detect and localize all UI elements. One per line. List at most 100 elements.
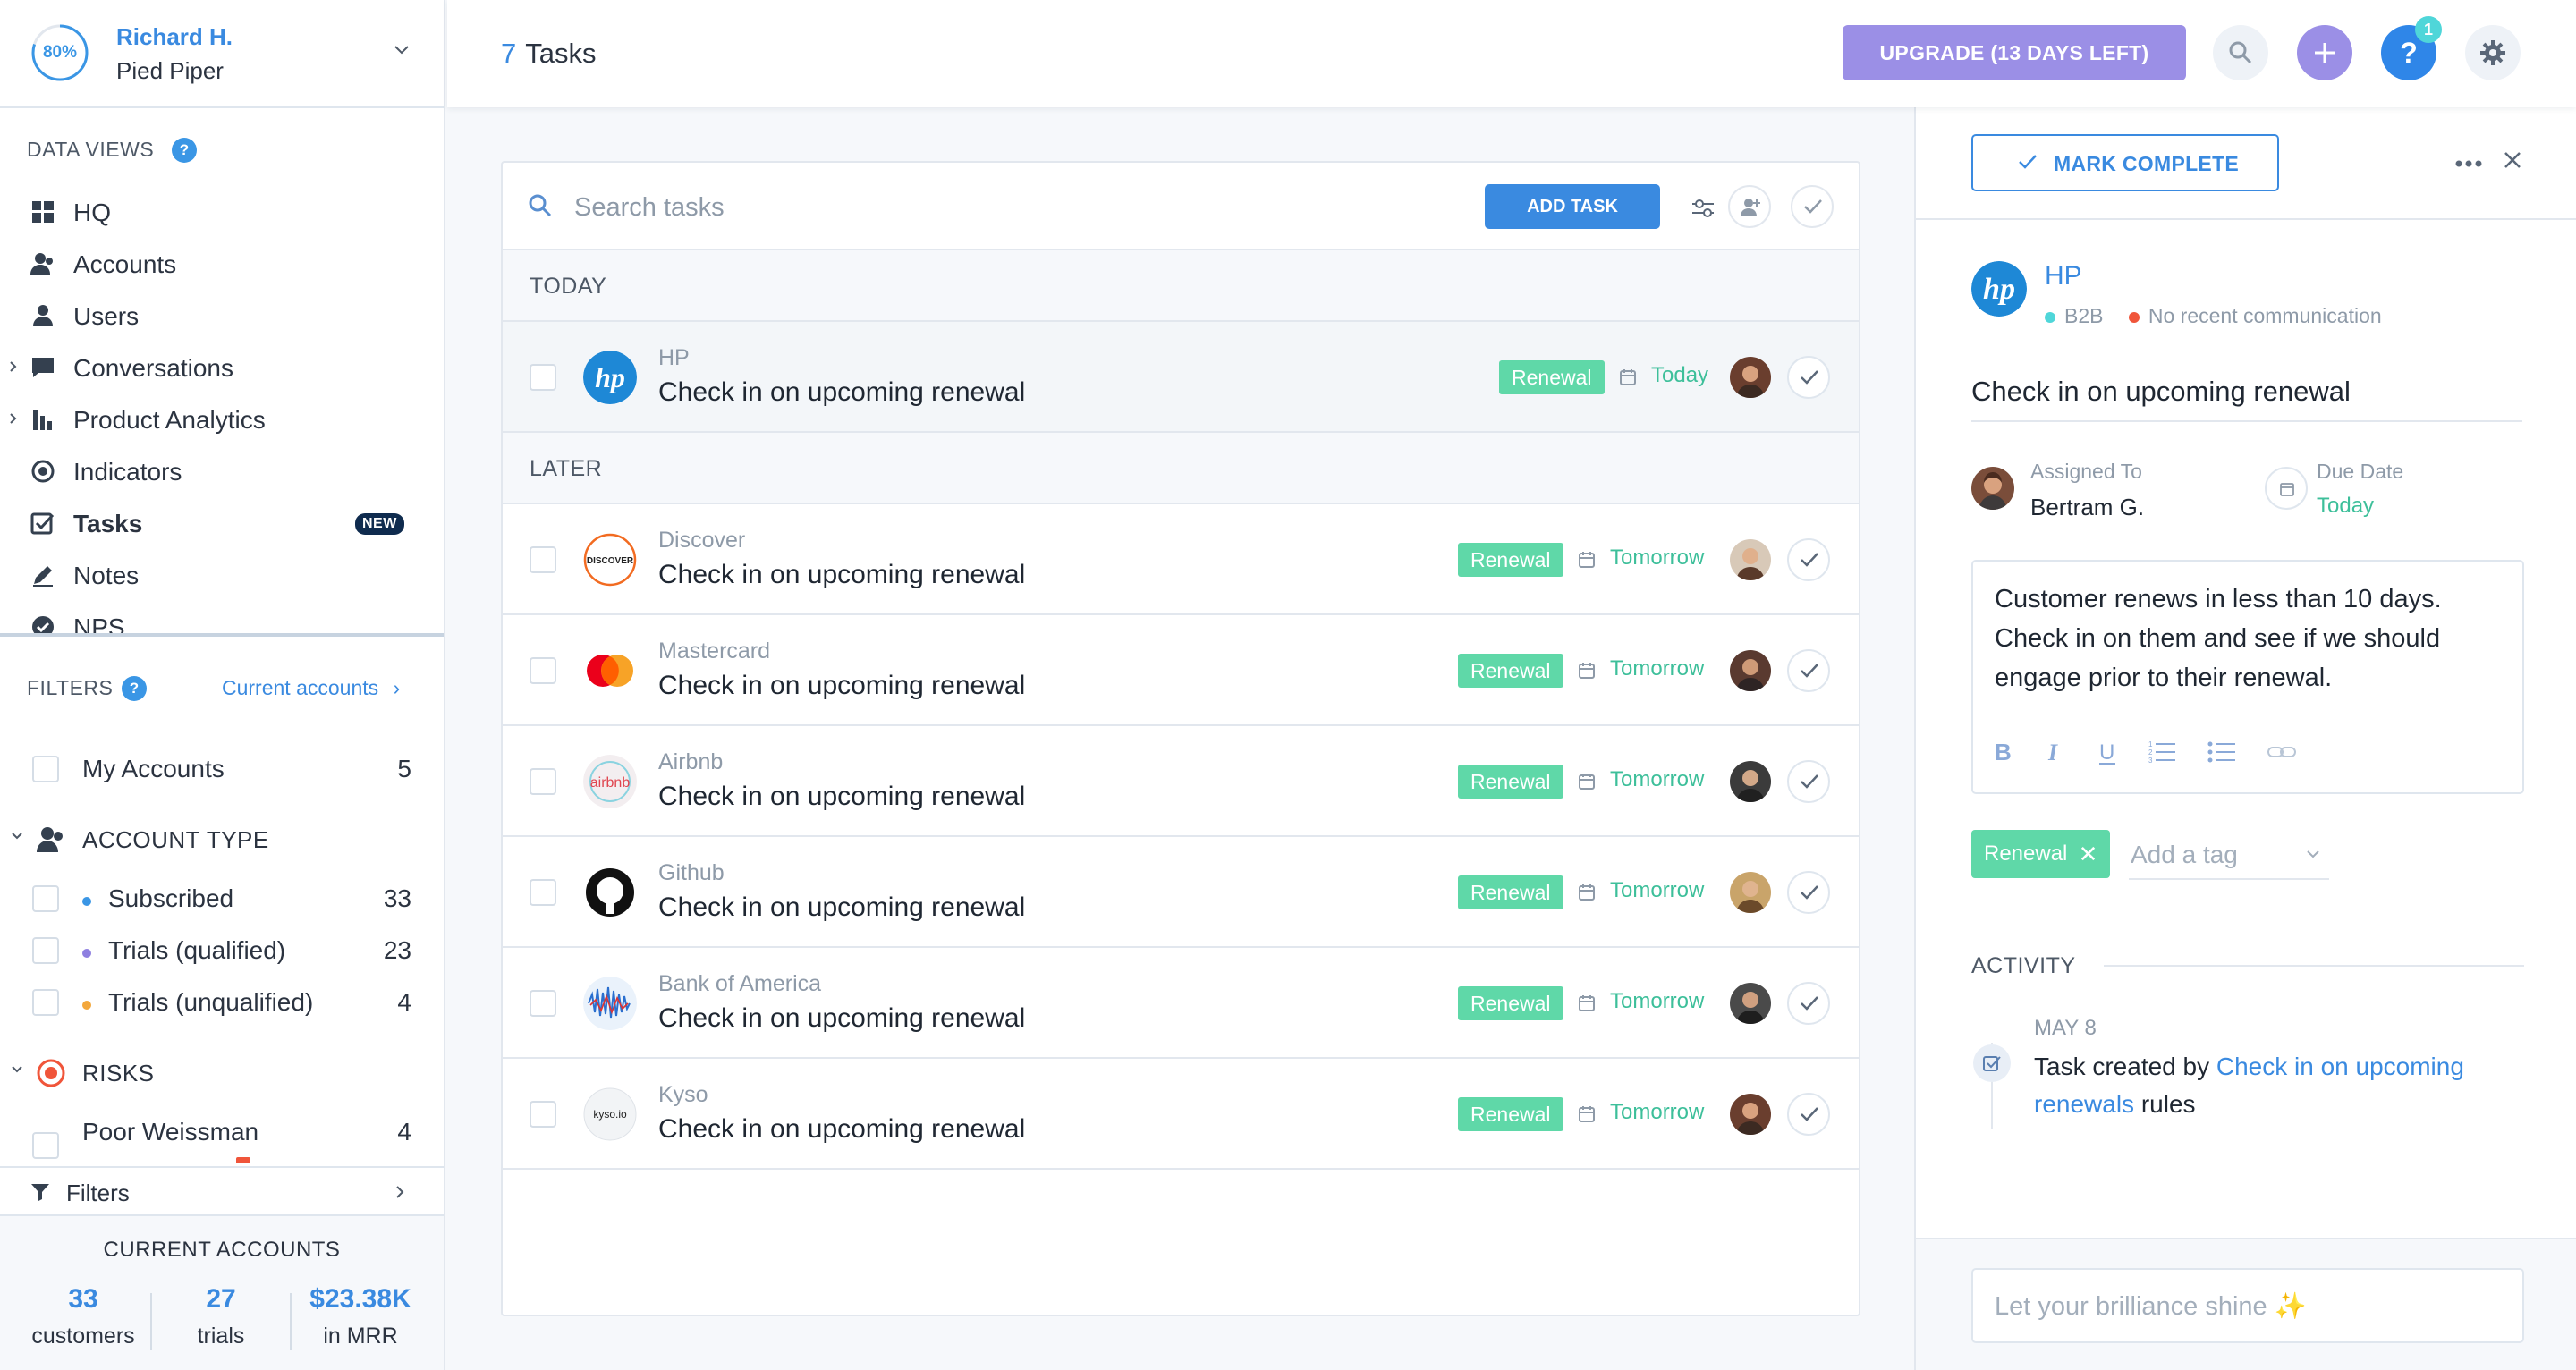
task-checkbox[interactable] — [530, 364, 556, 391]
more-icon[interactable] — [2454, 159, 2483, 168]
task-company[interactable]: Discover — [658, 528, 745, 554]
nav-item-product-analytics[interactable]: Product Analytics — [0, 393, 444, 445]
bullet-list-icon[interactable] — [2207, 740, 2236, 764]
task-company[interactable]: HP — [658, 345, 690, 371]
nav-item-indicators[interactable]: Indicators — [0, 445, 444, 497]
chevron-right-icon[interactable] — [9, 360, 18, 373]
task-company[interactable]: Github — [658, 860, 724, 886]
task-company[interactable]: Kyso — [658, 1082, 708, 1108]
data-views-help-icon[interactable]: ? — [172, 138, 197, 163]
chevron-right-icon[interactable] — [9, 412, 18, 425]
task-title[interactable]: Check in on upcoming renewal — [658, 892, 1025, 923]
chevron-down-icon[interactable] — [11, 1065, 23, 1074]
italic-icon[interactable]: I — [2045, 740, 2064, 764]
stat-mrr[interactable]: $23.38K in MRR — [293, 1284, 428, 1349]
assignee-avatar[interactable] — [1730, 872, 1771, 913]
complete-all-button[interactable] — [1791, 185, 1834, 228]
task-title-field[interactable]: Check in on upcoming renewal — [1971, 376, 2522, 422]
checkbox[interactable] — [32, 1132, 59, 1159]
due-date-button[interactable] — [2265, 467, 2308, 510]
stat-trials[interactable]: 27 trials — [154, 1284, 288, 1349]
task-title[interactable]: Check in on upcoming renewal — [658, 560, 1025, 590]
chevron-down-icon[interactable] — [394, 45, 410, 55]
nav-item-nps[interactable]: NPS — [0, 601, 444, 635]
filter-trials-unqualified[interactable]: Trials (unqualified) 4 — [0, 977, 444, 1028]
task-due[interactable]: Tomorrow — [1610, 656, 1704, 681]
complete-task-button[interactable] — [1787, 871, 1830, 914]
task-due[interactable]: Tomorrow — [1610, 1100, 1704, 1125]
task-row[interactable]: DISCOVER Discover Check in on upcoming ren… — [503, 504, 1859, 615]
task-title[interactable]: Check in on upcoming renewal — [658, 782, 1025, 812]
task-row[interactable]: Mastercard Check in on upcoming renewal Re… — [503, 615, 1859, 726]
task-checkbox[interactable] — [530, 990, 556, 1017]
add-task-button[interactable]: ADD TASK — [1485, 184, 1660, 229]
remove-tag-icon[interactable]: ✕ — [2079, 830, 2098, 878]
note-input[interactable]: Let your brilliance shine ✨ — [1971, 1268, 2524, 1343]
checkbox[interactable] — [32, 885, 59, 912]
nav-item-users[interactable]: Users — [0, 290, 444, 342]
task-title[interactable]: Check in on upcoming renewal — [658, 1003, 1025, 1034]
complete-task-button[interactable] — [1787, 760, 1830, 803]
checkbox[interactable] — [32, 937, 59, 964]
task-due[interactable]: Tomorrow — [1610, 767, 1704, 792]
assignee-avatar[interactable] — [1730, 1094, 1771, 1135]
nav-item-conversations[interactable]: Conversations — [0, 342, 444, 393]
search-input[interactable]: Search tasks — [574, 193, 724, 223]
filter-my-accounts[interactable]: My Accounts 5 — [0, 744, 444, 794]
numbered-list-icon[interactable]: 123 — [2148, 740, 2177, 764]
assigned-value[interactable]: Bertram G. — [2030, 494, 2144, 521]
add-tag-select[interactable]: Add a tag — [2129, 828, 2329, 880]
complete-task-button[interactable] — [1787, 1093, 1830, 1136]
task-checkbox[interactable] — [530, 657, 556, 684]
nav-item-hq[interactable]: HQ — [0, 186, 444, 238]
current-accounts-link[interactable]: Current accounts › — [222, 676, 400, 700]
task-title[interactable]: Check in on upcoming renewal — [658, 377, 1025, 408]
upgrade-button[interactable]: UPGRADE (13 DAYS LEFT) — [1843, 25, 2186, 80]
task-row[interactable]: Github Check in on upcoming renewal Renewa… — [503, 837, 1859, 948]
filter-poor-weissman[interactable]: Poor Weissman 4 — [0, 1107, 444, 1163]
task-checkbox[interactable] — [530, 1101, 556, 1128]
mark-complete-button[interactable]: MARK COMPLETE — [1971, 134, 2279, 191]
task-row[interactable]: hp HP Check in on upcoming renewal Renewal T… — [503, 322, 1859, 433]
assignee-avatar[interactable] — [1730, 357, 1771, 398]
task-title[interactable]: Check in on upcoming renewal — [658, 1114, 1025, 1145]
task-checkbox[interactable] — [530, 546, 556, 573]
task-row[interactable]: kyso.io Kyso Check in on upcoming renewal R… — [503, 1059, 1859, 1170]
account-type-group[interactable]: ACCOUNT TYPE — [0, 814, 444, 864]
resize-handle[interactable] — [0, 633, 444, 637]
task-row[interactable]: airbnb Airbnb Check in on upcoming renewal… — [503, 726, 1859, 837]
link-icon[interactable] — [2267, 740, 2297, 764]
description-text[interactable]: Customer renews in less than 10 days. Ch… — [1995, 579, 2504, 698]
task-company[interactable]: Bank of America — [658, 971, 821, 997]
nav-item-accounts[interactable]: Accounts — [0, 238, 444, 290]
filter-subscribed[interactable]: Subscribed 33 — [0, 874, 444, 924]
filters-toggle[interactable]: Filters — [0, 1166, 444, 1216]
company-name-link[interactable]: HP — [2045, 261, 2082, 292]
stat-customers[interactable]: 33 customers — [16, 1284, 150, 1349]
settings-button[interactable] — [2465, 25, 2521, 80]
close-icon[interactable] — [2503, 150, 2522, 170]
nav-item-tasks[interactable]: Tasks NEW — [0, 497, 444, 549]
account-switcher[interactable]: 80% Richard H. Pied Piper — [0, 0, 444, 108]
checkbox[interactable] — [32, 989, 59, 1016]
complete-task-button[interactable] — [1787, 649, 1830, 692]
filter-settings-button[interactable] — [1680, 185, 1723, 228]
checkbox[interactable] — [32, 756, 59, 782]
search-button[interactable] — [2213, 25, 2268, 80]
task-due[interactable]: Today — [1651, 363, 1708, 388]
task-company[interactable]: Airbnb — [658, 749, 723, 775]
assignee-avatar[interactable] — [1730, 983, 1771, 1024]
due-value[interactable]: Today — [2317, 494, 2374, 519]
task-checkbox[interactable] — [530, 879, 556, 906]
chevron-down-icon[interactable] — [11, 832, 23, 841]
underline-icon[interactable]: U — [2097, 740, 2118, 765]
assignee-avatar[interactable] — [1971, 467, 2014, 510]
description-editor[interactable]: Customer renews in less than 10 days. Ch… — [1971, 560, 2524, 794]
nav-item-notes[interactable]: Notes — [0, 549, 444, 601]
assignee-avatar[interactable] — [1730, 539, 1771, 580]
assignee-avatar[interactable] — [1730, 761, 1771, 802]
complete-task-button[interactable] — [1787, 356, 1830, 399]
filters-help-icon[interactable]: ? — [122, 676, 147, 701]
add-button[interactable] — [2297, 25, 2352, 80]
task-company[interactable]: Mastercard — [658, 638, 770, 664]
